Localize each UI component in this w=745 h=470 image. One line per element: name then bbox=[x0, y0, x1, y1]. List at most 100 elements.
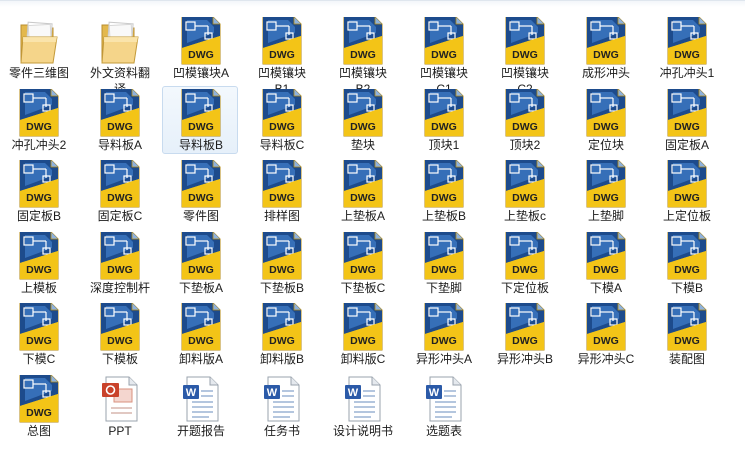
file-item[interactable]: DWG 卸料版C bbox=[324, 300, 400, 368]
dwg-file-icon: DWG bbox=[262, 16, 302, 65]
file-name-label: 下垫板C bbox=[340, 280, 386, 295]
file-name-label: 下定位板 bbox=[500, 280, 549, 295]
svg-text:DWG: DWG bbox=[512, 192, 538, 204]
file-item[interactable]: DWG 下垫板C bbox=[324, 229, 400, 297]
svg-text:DWG: DWG bbox=[188, 49, 214, 61]
dwg-file-icon: DWG bbox=[19, 374, 59, 423]
svg-text:DWG: DWG bbox=[107, 192, 133, 204]
file-item[interactable]: 零件三维图 bbox=[0, 14, 76, 82]
dwg-file-icon: DWG bbox=[100, 88, 140, 137]
file-item[interactable]: W 设计说明书 bbox=[324, 372, 400, 440]
file-item[interactable]: DWG 固定板B bbox=[0, 157, 76, 225]
file-item[interactable]: DWG 导料板A bbox=[81, 86, 157, 154]
file-item[interactable]: DWG 下模C bbox=[0, 300, 76, 368]
file-item[interactable]: DWG 装配图 bbox=[648, 300, 724, 368]
svg-text:DWG: DWG bbox=[431, 192, 457, 204]
dwg-file-icon: DWG bbox=[424, 16, 464, 65]
file-item[interactable]: DWG 固定板A bbox=[648, 86, 724, 154]
file-item[interactable]: 外文资料翻 译 bbox=[81, 14, 157, 96]
file-item[interactable]: DWG 下模板 bbox=[81, 300, 157, 368]
file-name-label: 导料板C bbox=[259, 137, 305, 152]
svg-text:DWG: DWG bbox=[350, 121, 376, 133]
file-name-label: 零件三维图 bbox=[8, 66, 69, 80]
file-item[interactable]: DWG 凹模镶块 C2 bbox=[486, 14, 562, 96]
svg-text:DWG: DWG bbox=[26, 264, 52, 276]
file-item[interactable]: DWG 深度控制杆 bbox=[81, 229, 157, 297]
word-file-icon: W bbox=[262, 375, 302, 423]
svg-text:DWG: DWG bbox=[26, 407, 52, 419]
file-item[interactable]: DWG 异形冲头B bbox=[486, 300, 562, 368]
file-name-label: 下模B bbox=[670, 280, 703, 295]
file-item[interactable]: DWG 凹模镶块 B1 bbox=[243, 14, 319, 96]
file-item[interactable]: DWG 凹模镶块A bbox=[162, 14, 238, 82]
svg-text:DWG: DWG bbox=[26, 335, 52, 347]
file-item[interactable]: DWG 异形冲头C bbox=[567, 300, 643, 368]
svg-text:DWG: DWG bbox=[593, 264, 619, 276]
file-item[interactable]: DWG 上垫板A bbox=[324, 157, 400, 225]
file-item[interactable]: DWG 成形冲头 bbox=[567, 14, 643, 82]
file-item[interactable]: DWG 卸料版B bbox=[243, 300, 319, 368]
word-file-icon: W bbox=[424, 375, 464, 423]
dwg-file-icon: DWG bbox=[667, 159, 707, 208]
svg-text:DWG: DWG bbox=[431, 264, 457, 276]
file-item[interactable]: DWG 零件图 bbox=[162, 157, 238, 225]
svg-text:DWG: DWG bbox=[431, 335, 457, 347]
view-top-border bbox=[0, 0, 745, 7]
dwg-file-icon: DWG bbox=[262, 231, 302, 280]
file-item[interactable]: DWG 下定位板 bbox=[486, 229, 562, 297]
dwg-file-icon: DWG bbox=[343, 231, 383, 280]
file-item[interactable]: DWG 上垫板B bbox=[405, 157, 481, 225]
file-item[interactable]: PPT bbox=[81, 372, 157, 440]
file-item[interactable]: DWG 导料板B bbox=[162, 85, 238, 154]
file-item[interactable]: W 选题表 bbox=[405, 372, 481, 440]
svg-text:DWG: DWG bbox=[593, 335, 619, 347]
dwg-file-icon: DWG bbox=[343, 159, 383, 208]
file-item[interactable]: DWG 上垫脚 bbox=[567, 157, 643, 225]
file-item[interactable]: DWG 垫块 bbox=[324, 86, 400, 154]
file-item[interactable]: DWG 冲孔冲头1 bbox=[648, 14, 724, 82]
file-item[interactable]: DWG 上模板 bbox=[0, 229, 76, 297]
file-name-label: 上垫板c bbox=[503, 209, 546, 223]
file-item[interactable]: DWG 凹模镶块 C1 bbox=[405, 14, 481, 96]
file-item[interactable]: DWG 导料板C bbox=[243, 86, 319, 154]
file-name-label: 排样图 bbox=[263, 209, 300, 223]
file-item[interactable]: DWG 排样图 bbox=[243, 157, 319, 225]
file-item[interactable]: DWG 顶块1 bbox=[405, 86, 481, 154]
folder-icon bbox=[100, 17, 140, 65]
file-item[interactable]: DWG 凹模镶块 B2 bbox=[324, 14, 400, 96]
file-item[interactable]: DWG 冲孔冲头2 bbox=[0, 86, 76, 154]
dwg-file-icon: DWG bbox=[19, 159, 59, 208]
file-item[interactable]: DWG 下模B bbox=[648, 229, 724, 297]
dwg-file-icon: DWG bbox=[667, 231, 707, 280]
word-file-icon: W bbox=[181, 375, 221, 423]
file-item[interactable]: DWG 固定板C bbox=[81, 157, 157, 225]
file-item[interactable]: W 开题报告 bbox=[162, 372, 238, 440]
file-name-label: 上垫板A bbox=[340, 209, 385, 223]
file-item[interactable]: DWG 上垫板c bbox=[486, 157, 562, 225]
file-name-label: 下模A bbox=[589, 280, 622, 295]
file-name-label: 下模C bbox=[22, 352, 56, 366]
svg-text:DWG: DWG bbox=[269, 49, 295, 61]
file-item[interactable]: DWG 下模A bbox=[567, 229, 643, 297]
svg-text:DWG: DWG bbox=[269, 264, 295, 276]
file-item[interactable]: DWG 异形冲头A bbox=[405, 300, 481, 368]
file-name-label: 定位块 bbox=[587, 137, 624, 152]
file-item[interactable]: DWG 卸料版A bbox=[162, 300, 238, 368]
file-name-label: 顶块1 bbox=[428, 137, 460, 152]
file-item[interactable]: DWG 顶块2 bbox=[486, 86, 562, 154]
file-item[interactable]: DWG 定位块 bbox=[567, 86, 643, 154]
svg-text:DWG: DWG bbox=[674, 192, 700, 204]
dwg-file-icon: DWG bbox=[586, 159, 626, 208]
file-item[interactable]: DWG 下垫板A bbox=[162, 229, 238, 297]
file-item[interactable]: DWG 上定位板 bbox=[648, 157, 724, 225]
dwg-file-icon: DWG bbox=[667, 88, 707, 137]
file-item[interactable]: W 任务书 bbox=[243, 372, 319, 440]
file-item[interactable]: DWG 下垫板B bbox=[243, 229, 319, 297]
svg-text:DWG: DWG bbox=[107, 264, 133, 276]
file-name-label: 异形冲头A bbox=[415, 352, 472, 366]
file-name-label: 下垫板A bbox=[178, 280, 223, 295]
svg-text:DWG: DWG bbox=[512, 335, 538, 347]
file-item[interactable]: DWG 总图 bbox=[0, 372, 76, 440]
dwg-file-icon: DWG bbox=[262, 302, 302, 351]
file-item[interactable]: DWG 下垫脚 bbox=[405, 229, 481, 297]
